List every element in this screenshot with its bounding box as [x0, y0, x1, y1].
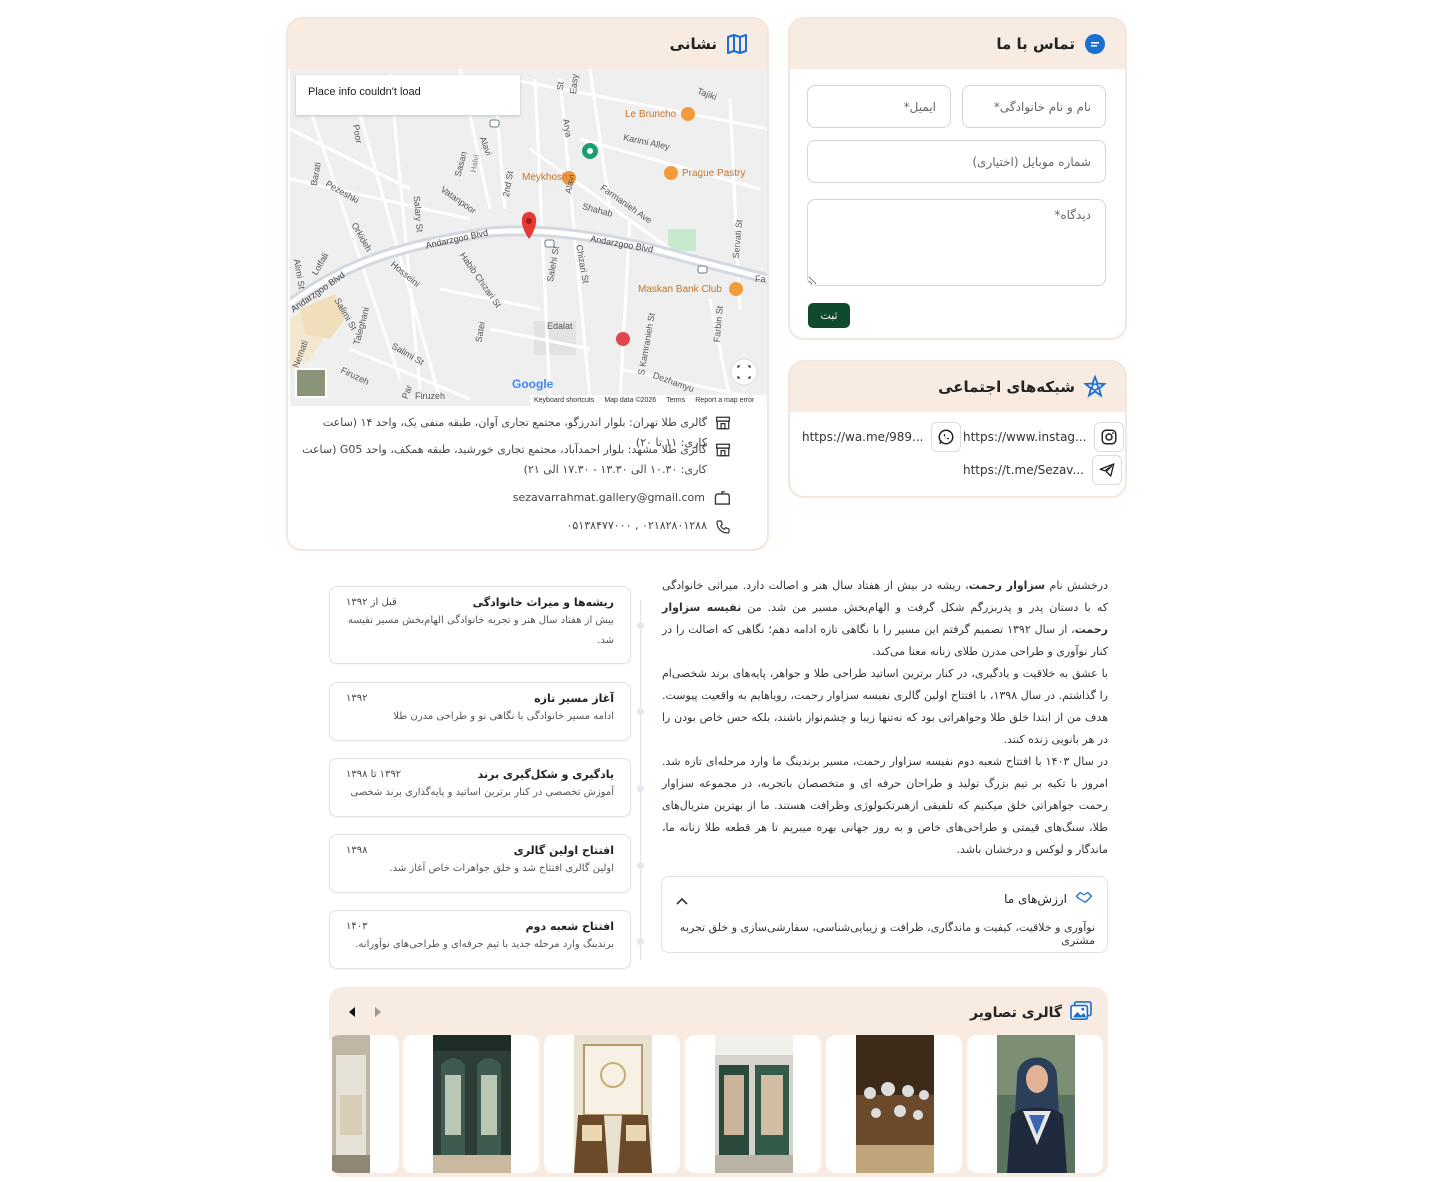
display-case-photo [332, 1035, 370, 1173]
mobile-field[interactable] [807, 140, 1106, 183]
gallery-prev-button[interactable] [373, 1004, 383, 1023]
address-mashhad-text: گالری طلا مشهد: بلوار احمدآباد، مجتمع تج… [302, 443, 707, 476]
timeline-dot [637, 862, 644, 869]
store-icon [715, 416, 731, 437]
timeline-year: ۱۴۰۳ [346, 921, 368, 932]
address-phone[interactable]: ۰۲۱۸۲۸۰۱۲۸۸ , ۰۵۱۳۸۴۷۷۰۰۰ [567, 516, 732, 542]
timeline-item: آغاز مسیر تازه ۱۳۹۲ ادامه مسیر خانوادگی … [329, 682, 631, 741]
phone-text[interactable]: ۰۲۱۸۲۸۰۱۲۸۸ , ۰۵۱۳۸۴۷۷۰۰۰ [567, 516, 708, 536]
timeline-dot [637, 622, 644, 629]
fullscreen-button[interactable] [730, 359, 758, 387]
map-canvas[interactable] [290, 69, 768, 406]
timeline-dot [637, 785, 644, 792]
map-error-box: Place info couldn't load [296, 75, 520, 115]
timeline-year: ۱۳۹۸ [346, 845, 368, 856]
timeline-dot [637, 938, 644, 945]
address-header: نشانی [288, 19, 767, 69]
gallery-image-6[interactable] [329, 1035, 399, 1173]
jewelry-display-photo [856, 1035, 934, 1173]
timeline-title: افتتاح اولین گالری [513, 844, 614, 857]
social-header: شبکه‌های اجتماعی [790, 362, 1125, 412]
timeline-desc: بیش از هفتاد سال هنر و تجربه خانوادگی ال… [347, 615, 614, 646]
about-p1-a: درخشش نام [1045, 579, 1108, 592]
address-card: نشانی Place info couldn't load Le Brunch… [286, 17, 769, 551]
whatsapp-url[interactable]: https://wa.me/989... [802, 430, 923, 444]
timeline-year: قبل از ۱۳۹۲ [346, 597, 397, 608]
map-icon [725, 32, 749, 56]
social-card: شبکه‌های اجتماعی https://www.instag... h… [788, 360, 1127, 498]
whatsapp-link[interactable]: https://wa.me/989... [802, 422, 962, 452]
contact-title: تماس با ما [996, 35, 1075, 53]
timeline-title: افتتاح شعبه دوم [525, 920, 614, 933]
values-text: نوآوری و خلاقیت، کیفیت و ماندگاری، ظرافت… [679, 921, 1095, 947]
gallery-image-4[interactable] [544, 1035, 680, 1173]
image-gallery-icon [1070, 1001, 1092, 1025]
address-mashhad: گالری طلا مشهد: بلوار احمدآباد، مجتمع تج… [293, 440, 731, 480]
gallery-header: گالری تصاویر [970, 1001, 1092, 1025]
chat-icon [1083, 32, 1107, 56]
telegram-icon[interactable] [1091, 455, 1122, 485]
mailbox-icon [713, 491, 731, 514]
about-p1-e: ، از سال ۱۳۹۲ تصمیم گرفتم این مسیر را با… [662, 623, 1108, 658]
email-text[interactable]: sezavarrahmat.gallery@gmail.com [513, 488, 705, 508]
gallery-title: گالری تصاویر [969, 1005, 1062, 1021]
instagram-link[interactable]: https://www.instag... [963, 422, 1125, 452]
timeline-item: افتتاح شعبه دوم ۱۴۰۳ برندینگ وارد مرحله … [329, 910, 631, 969]
satellite-toggle[interactable] [296, 369, 326, 397]
gallery-card: گالری تصاویر [329, 987, 1108, 1177]
store-icon [715, 443, 731, 464]
network-icon [1083, 375, 1107, 399]
store-interior-photo [715, 1035, 793, 1173]
contact-card: تماس با ما ثبت [788, 17, 1127, 340]
gallery-image-2[interactable] [826, 1035, 962, 1173]
gallery-image-1[interactable] [967, 1035, 1103, 1173]
gallery-image-5[interactable] [403, 1035, 539, 1173]
name-field[interactable] [962, 85, 1106, 128]
storefront-photo [433, 1035, 511, 1173]
timeline-item: افتتاح اولین گالری ۱۳۹۸ اولین گالری افتت… [329, 834, 631, 893]
comment-field[interactable] [807, 199, 1106, 286]
chevron-up-icon[interactable] [676, 891, 688, 910]
brand-name: سزاوار رحمت [968, 579, 1046, 592]
address-email[interactable]: sezavarrahmat.gallery@gmail.com [513, 488, 731, 514]
telegram-link[interactable]: https://t.me/Sezav... [963, 455, 1122, 485]
whatsapp-icon[interactable] [931, 422, 962, 452]
timeline-line [640, 600, 641, 960]
timeline-year: ۱۳۹۲ تا ۱۳۹۸ [346, 769, 402, 780]
gallery-image-3[interactable] [685, 1035, 821, 1173]
timeline-desc: آموزش تخصصی در کنار برترین اساتید و پایه… [350, 787, 614, 798]
timeline-dot [637, 708, 644, 715]
showroom-chairs-photo [574, 1035, 652, 1173]
gallery-next-button[interactable] [347, 1004, 357, 1023]
about-paragraph-1: درخشش نام سزاوار رحمت، ریشه در بیش از هف… [662, 575, 1108, 663]
contact-header: تماس با ما [790, 19, 1125, 69]
about-paragraph-2: با عشق به خلاقیت و یادگیری، در کنار برتر… [662, 667, 1108, 746]
handshake-icon [1075, 889, 1093, 908]
telegram-url[interactable]: https://t.me/Sezav... [963, 463, 1084, 477]
timeline-desc: برندینگ وارد مرحله جدید با تیم حرفه‌ای و… [355, 939, 614, 950]
timeline-desc: ادامه مسیر خانوادگی با نگاهی نو و طراحی … [393, 711, 614, 722]
portrait-photo [997, 1035, 1075, 1173]
map-error-text: Place info couldn't load [308, 86, 421, 98]
instagram-url[interactable]: https://www.instag... [963, 430, 1086, 444]
values-header[interactable]: ارزش‌های ما [1004, 889, 1093, 908]
address-title: نشانی [669, 35, 717, 53]
submit-button[interactable]: ثبت [808, 303, 850, 328]
about-paragraph-3: در سال ۱۴۰۳ با افتتاح شعبه دوم نفیسه سزا… [662, 755, 1108, 856]
about-text: درخشش نام سزاوار رحمت، ریشه در بیش از هف… [662, 575, 1108, 861]
values-title: ارزش‌های ما [1004, 891, 1067, 906]
timeline-year: ۱۳۹۲ [346, 693, 368, 704]
timeline-title: آغاز مسیر تازه [534, 692, 614, 705]
instagram-icon[interactable] [1094, 422, 1125, 452]
timeline-item: ریشه‌ها و میراث خانوادگی قبل از ۱۳۹۲ بیش… [329, 586, 631, 664]
email-field[interactable] [807, 85, 951, 128]
map-embed[interactable]: Place info couldn't load Le Bruncho Meyk… [290, 69, 768, 406]
phone-icon [715, 519, 731, 542]
values-accordion: ارزش‌های ما نوآوری و خلاقیت، کیفیت و مان… [661, 876, 1108, 953]
timeline-desc: اولین گالری افتتاح شد و خلق جواهرات خاص … [389, 863, 614, 874]
social-title: شبکه‌های اجتماعی [938, 378, 1075, 396]
timeline-item: یادگیری و شکل‌گیری برند ۱۳۹۲ تا ۱۳۹۸ آمو… [329, 758, 631, 817]
